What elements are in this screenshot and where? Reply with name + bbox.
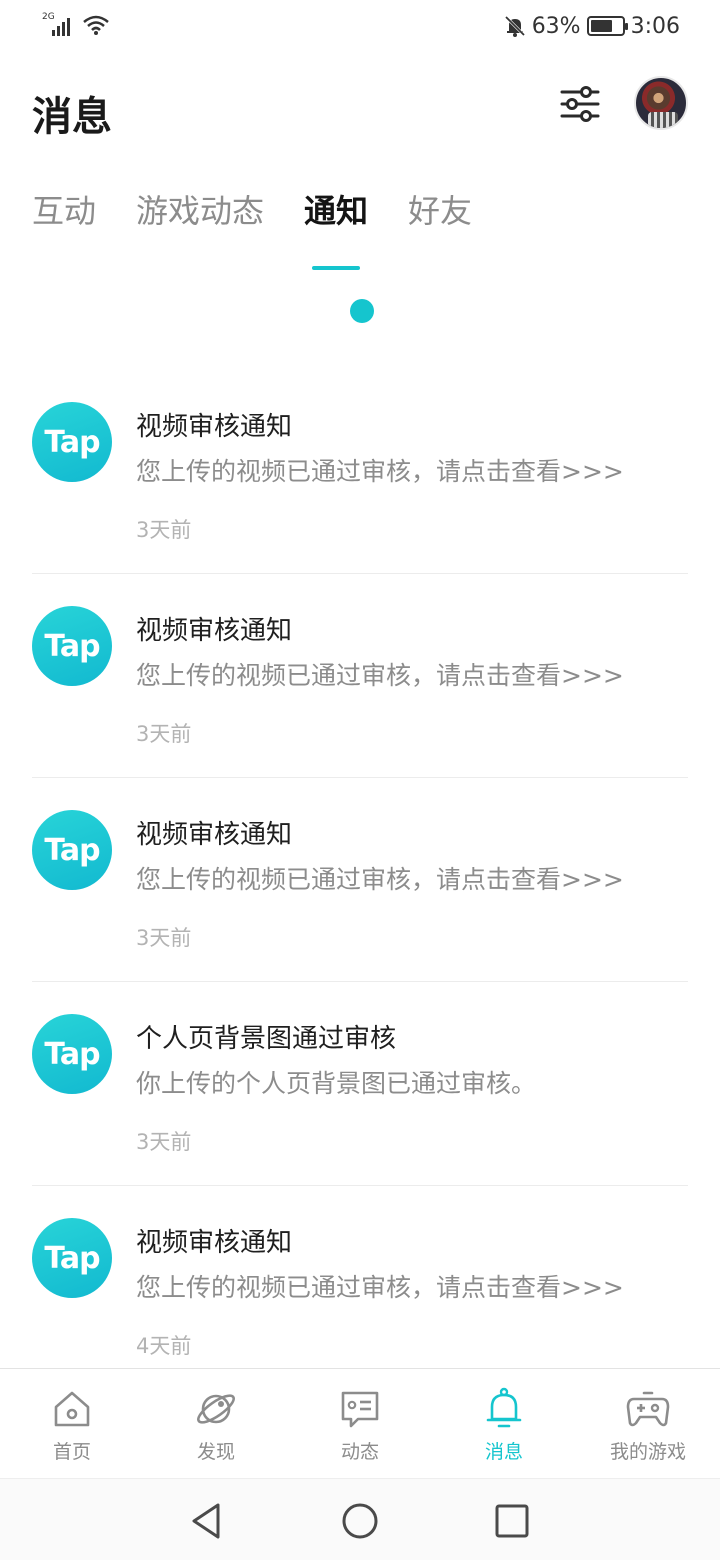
bell-icon	[486, 1387, 522, 1428]
wifi-icon	[83, 15, 109, 35]
nav-discover[interactable]: 发现	[144, 1369, 288, 1479]
nav-my-games-label: 我的游戏	[609, 1441, 686, 1463]
mute-bell-icon	[504, 15, 525, 37]
status-bar: 2G 63% 3:06	[0, 0, 720, 52]
nav-home[interactable]: 首页	[0, 1369, 144, 1479]
nav-home-label: 首页	[52, 1441, 91, 1463]
active-tab-indicator	[312, 266, 361, 270]
back-button[interactable]	[186, 1501, 226, 1541]
notification-item[interactable]: Tap 视频审核通知 您上传的视频已通过审核，请点击查看>>> 3天前	[32, 778, 688, 982]
notification-item[interactable]: Tap 视频审核通知 您上传的视频已通过审核，请点击查看>>> 4天前	[32, 1186, 688, 1364]
planet-icon	[197, 1394, 235, 1424]
tab-notifications[interactable]: 通知	[304, 186, 368, 270]
user-avatar[interactable]	[634, 76, 688, 130]
notification-body: 您上传的视频已通过审核，请点击查看>>>	[136, 457, 624, 486]
battery-percent: 63%	[531, 13, 581, 39]
tab-interaction[interactable]: 互动	[32, 186, 96, 232]
notification-item[interactable]: Tap 视频审核通知 您上传的视频已通过审核，请点击查看>>> 3天前	[32, 370, 688, 574]
notification-body: 您上传的视频已通过审核，请点击查看>>>	[136, 865, 624, 894]
notification-item[interactable]: Tap 视频审核通知 您上传的视频已通过审核，请点击查看>>> 3天前	[32, 574, 688, 778]
message-tabs: 互动 游戏动态 通知 好友	[32, 186, 512, 270]
nav-feed[interactable]: 动态	[288, 1369, 432, 1479]
notification-item[interactable]: Tap 个人页背景图通过审核 你上传的个人页背景图已通过审核。 3天前	[32, 982, 688, 1186]
notification-time: 4天前	[136, 1334, 192, 1358]
home-circle-icon	[342, 1503, 378, 1539]
notification-time: 3天前	[136, 926, 192, 950]
notification-title: 视频审核通知	[136, 412, 293, 442]
notification-time: 3天前	[136, 1130, 192, 1154]
nav-discover-label: 发现	[196, 1441, 235, 1463]
tap-logo-icon: Tap	[32, 606, 112, 686]
battery-fill	[590, 20, 612, 32]
tap-logo-icon: Tap	[32, 810, 112, 890]
notification-list[interactable]: Tap 视频审核通知 您上传的视频已通过审核，请点击查看>>> 3天前 Tap …	[32, 370, 688, 1364]
tap-logo-icon: Tap	[32, 1218, 112, 1298]
signal-icon	[52, 18, 70, 36]
clock: 3:06	[630, 13, 680, 39]
recents-square-icon	[495, 1504, 529, 1538]
notification-title: 视频审核通知	[136, 1228, 293, 1258]
bottom-nav: 首页 发现 动态 消息 我的游戏	[0, 1368, 720, 1478]
nav-feed-label: 动态	[340, 1441, 379, 1463]
battery-icon	[586, 16, 628, 36]
gamepad-icon	[626, 1391, 670, 1427]
home-button[interactable]	[340, 1501, 380, 1541]
filter-button[interactable]	[556, 80, 604, 128]
nav-messages[interactable]: 消息	[432, 1369, 576, 1479]
tab-game-updates[interactable]: 游戏动态	[136, 186, 264, 232]
notification-time: 3天前	[136, 722, 192, 746]
notification-title: 视频审核通知	[136, 616, 293, 646]
notification-title: 个人页背景图通过审核	[136, 1024, 397, 1054]
tab-friends[interactable]: 好友	[408, 186, 472, 232]
recents-button[interactable]	[492, 1501, 532, 1541]
page-title: 消息	[32, 94, 112, 140]
filter-sliders-icon	[560, 86, 600, 122]
notification-title: 视频审核通知	[136, 820, 293, 850]
status-right: 63% 3:06	[504, 12, 680, 40]
notification-body: 你上传的个人页背景图已通过审核。	[136, 1069, 537, 1098]
chat-card-icon	[341, 1391, 379, 1428]
notification-time: 3天前	[136, 518, 192, 542]
nav-messages-label: 消息	[484, 1441, 523, 1463]
nav-my-games[interactable]: 我的游戏	[576, 1369, 720, 1479]
home-icon	[54, 1391, 90, 1427]
avatar-image-detail	[648, 112, 678, 128]
loading-indicator	[350, 299, 374, 323]
system-nav-bar	[0, 1478, 720, 1560]
tap-logo-icon: Tap	[32, 402, 112, 482]
notification-body: 您上传的视频已通过审核，请点击查看>>>	[136, 661, 624, 690]
notification-body: 您上传的视频已通过审核，请点击查看>>>	[136, 1273, 624, 1302]
tap-logo-icon: Tap	[32, 1014, 112, 1094]
back-triangle-icon	[192, 1503, 220, 1539]
